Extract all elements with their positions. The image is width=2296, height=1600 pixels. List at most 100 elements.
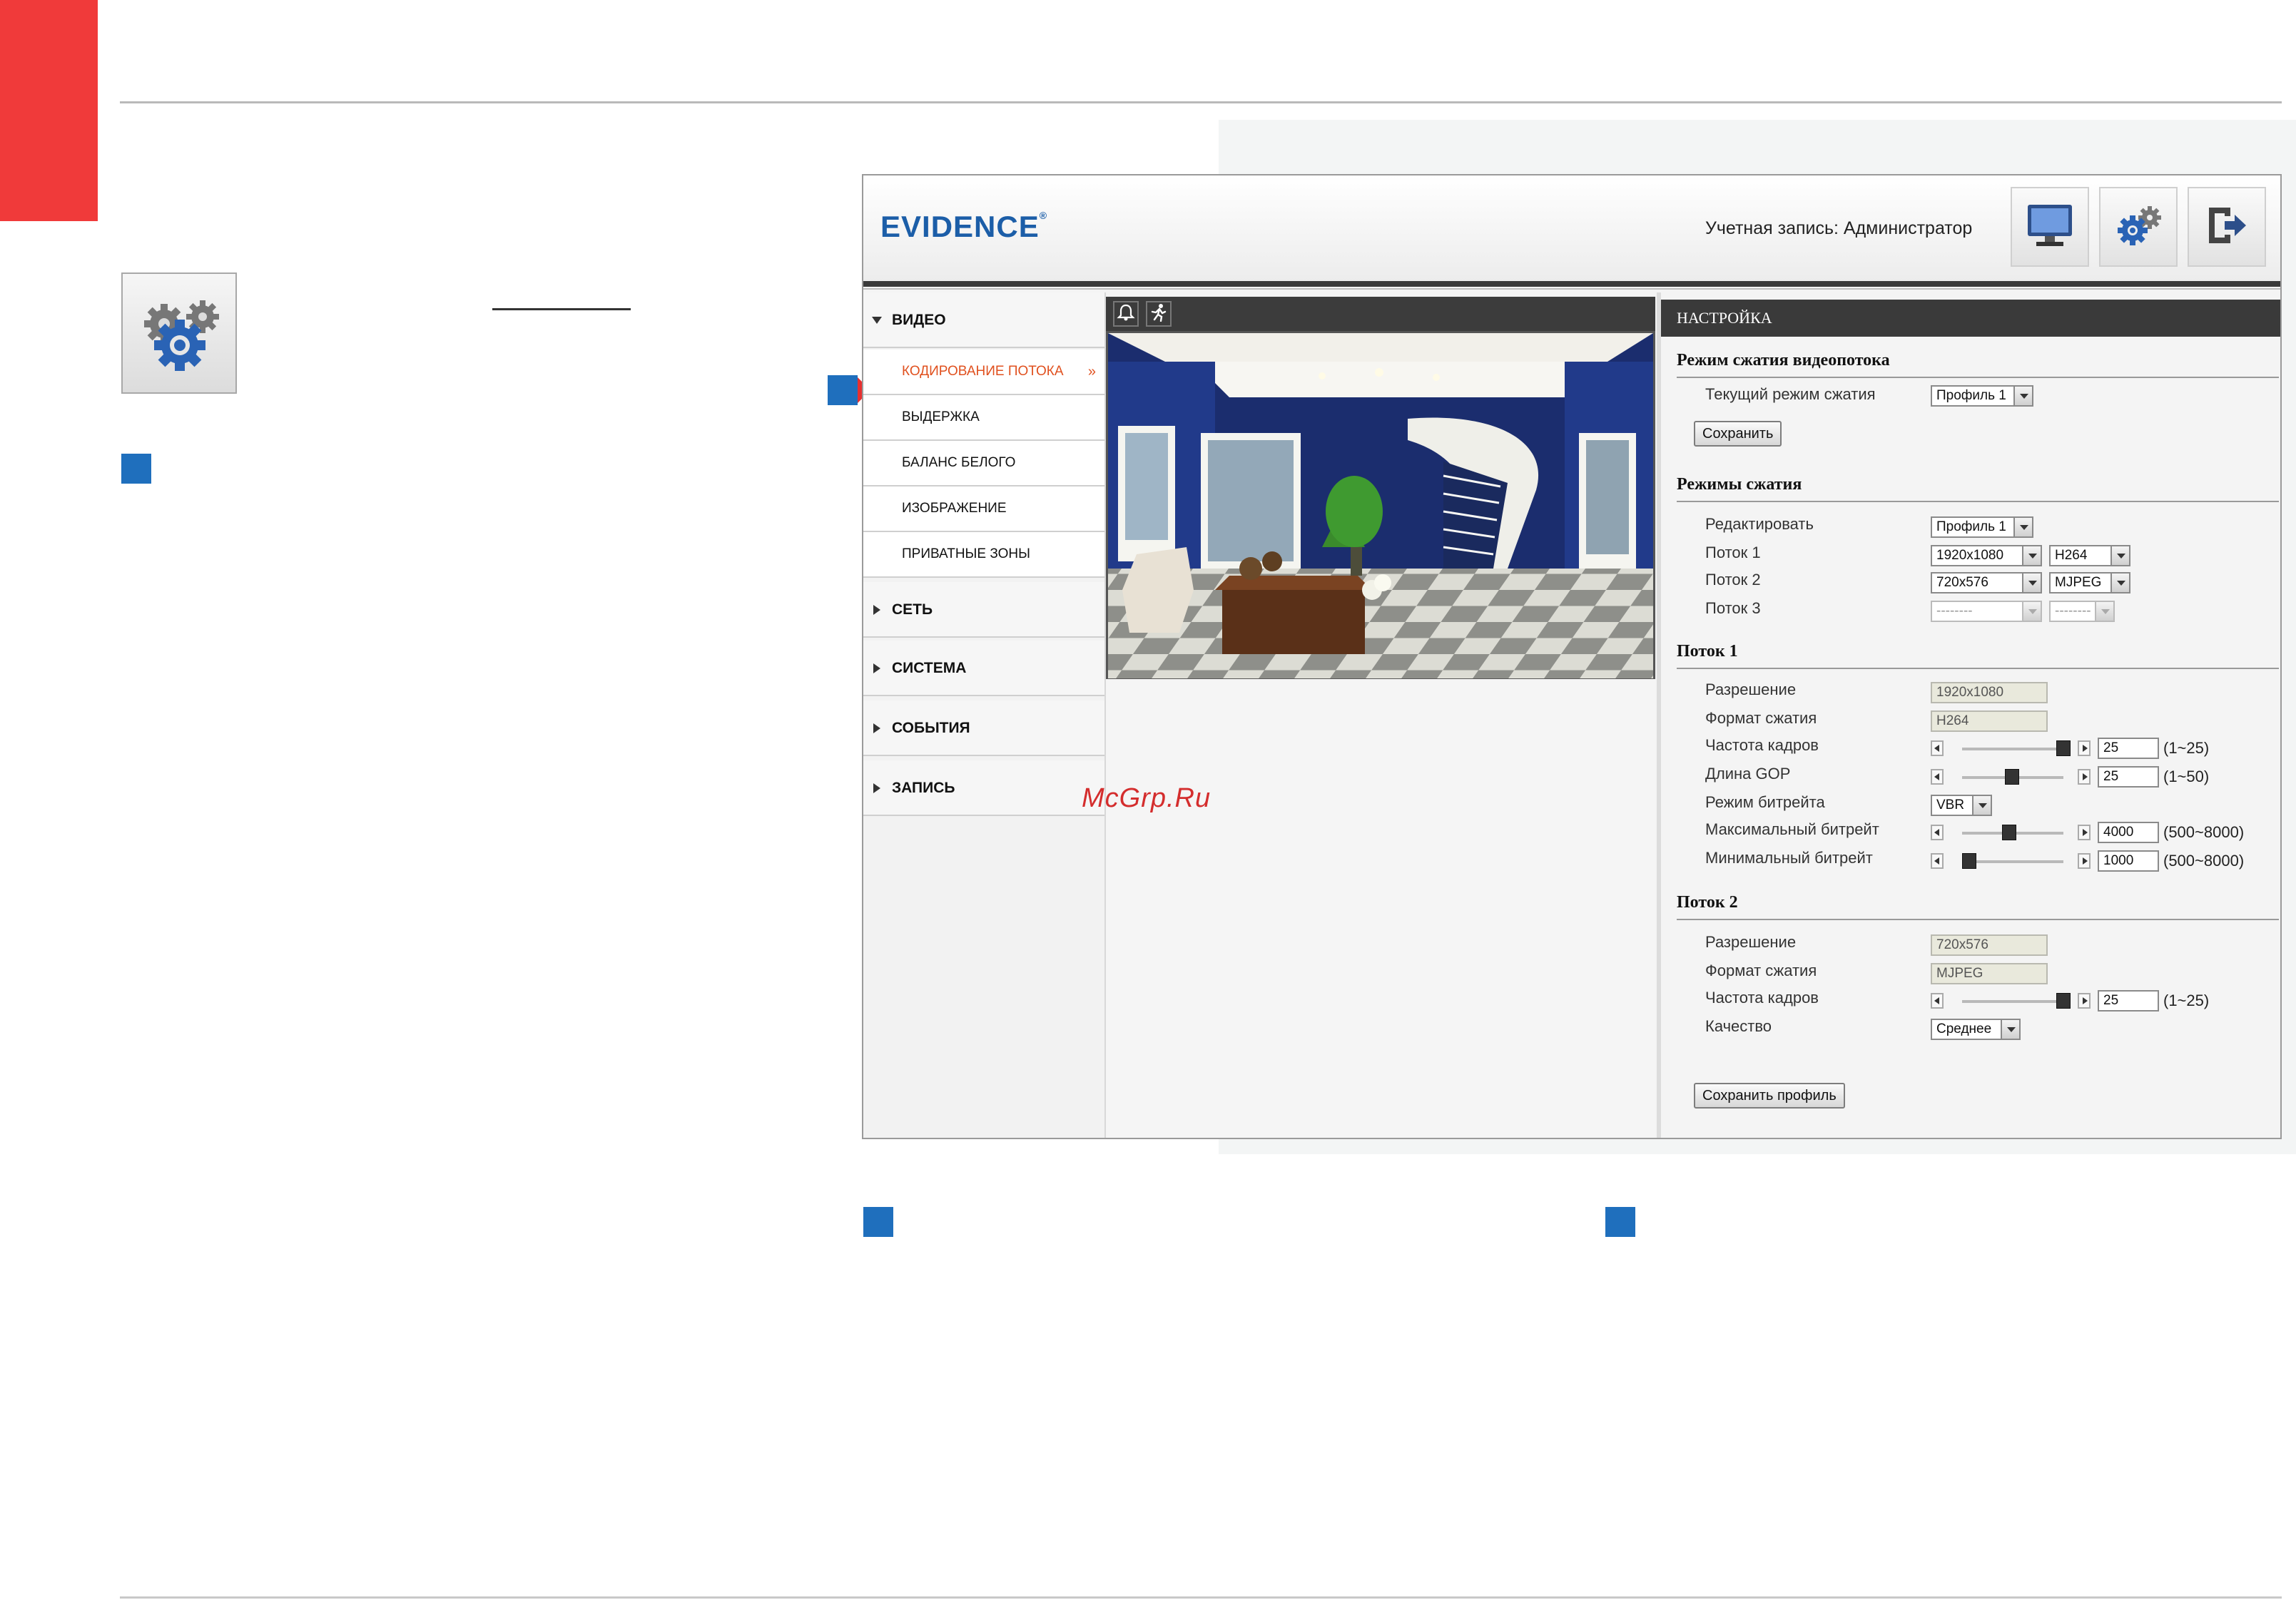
fps-slider-track[interactable] bbox=[1962, 748, 2063, 750]
chevron-down-icon bbox=[2022, 602, 2041, 621]
menu-network[interactable]: СЕТЬ bbox=[863, 582, 1104, 638]
stream2-fps-input[interactable]: 25 bbox=[2098, 990, 2159, 1012]
gop-slider-thumb[interactable] bbox=[2005, 769, 2019, 785]
chevron-right-icon: » bbox=[1087, 364, 1096, 379]
stream1-format-label: Формат сжатия bbox=[1705, 709, 1817, 727]
menu-item-privacy-zones[interactable]: ПРИВАТНЫЕ ЗОНЫ bbox=[863, 532, 1104, 578]
min-bitrate-slider-track[interactable] bbox=[1962, 860, 2063, 863]
stream3-resolution-select[interactable]: -------- bbox=[1931, 601, 2042, 622]
evidence-logo: EVIDENCE® bbox=[880, 210, 1048, 243]
menu-record[interactable]: ЗАПИСЬ bbox=[863, 760, 1104, 816]
settings-button[interactable] bbox=[2099, 187, 2178, 267]
stream2-label: Поток 2 bbox=[1705, 571, 1761, 588]
stream2-resolution-select[interactable]: 720x576 bbox=[1931, 572, 2042, 593]
fps-input[interactable]: 25 bbox=[2098, 738, 2159, 759]
max-bitrate-decrease-button[interactable] bbox=[1931, 825, 1944, 840]
stream3-label: Поток 3 bbox=[1705, 599, 1761, 617]
running-man-icon bbox=[1149, 303, 1168, 325]
live-view-button[interactable] bbox=[2011, 187, 2089, 267]
max-bitrate-slider-thumb[interactable] bbox=[2002, 825, 2016, 840]
menu-events[interactable]: СОБЫТИЯ bbox=[863, 700, 1104, 756]
title-underline bbox=[492, 308, 631, 310]
min-bitrate-input[interactable]: 1000 bbox=[2098, 850, 2159, 872]
stream1-format-value: H264 bbox=[1931, 710, 2048, 732]
panel-header: НАСТРОЙКА bbox=[1661, 300, 2280, 337]
stream1-fps-label: Частота кадров bbox=[1705, 736, 1819, 754]
menu-item-image[interactable]: ИЗОБРАЖЕНИЕ bbox=[863, 486, 1104, 532]
header-divider-thin bbox=[863, 288, 2280, 290]
stream2-codec-select[interactable]: MJPEG bbox=[2049, 572, 2130, 593]
menu-system[interactable]: СИСТЕМА bbox=[863, 641, 1104, 696]
min-bitrate-decrease-button[interactable] bbox=[1931, 853, 1944, 869]
stream2-fps-decrease-button[interactable] bbox=[1931, 993, 1944, 1009]
stream2-resolution-label: Разрешение bbox=[1705, 933, 1797, 951]
fps-increase-button[interactable] bbox=[2078, 740, 2091, 756]
expand-arrow-icon bbox=[873, 783, 880, 793]
section-divider bbox=[1677, 919, 2279, 920]
stream2-fps-label: Частота кадров bbox=[1705, 989, 1819, 1007]
stream2-fps-range: (1~25) bbox=[2163, 992, 2210, 1009]
menu-item-stream-encoding[interactable]: КОДИРОВАНИЕ ПОТОКА» bbox=[863, 350, 1104, 395]
app-header: EVIDENCE® Учетная запись: Администратор bbox=[863, 175, 2280, 282]
stream3-codec-select[interactable]: -------- bbox=[2049, 601, 2115, 622]
gop-input[interactable]: 25 bbox=[2098, 766, 2159, 788]
stream1-resolution-select[interactable]: 1920x1080 bbox=[1931, 545, 2042, 566]
stream1-codec-select[interactable]: H264 bbox=[2049, 545, 2130, 566]
edit-label: Редактировать bbox=[1705, 515, 1814, 533]
section-compression-mode: Режим сжатия видеопотока bbox=[1677, 351, 1890, 370]
min-bitrate-slider-thumb[interactable] bbox=[1962, 853, 1976, 869]
quality-select[interactable]: Среднее bbox=[1931, 1019, 2021, 1040]
left-menu: ВИДЕО КОДИРОВАНИЕ ПОТОКА» ВЫДЕРЖКА БАЛАН… bbox=[863, 292, 1106, 1138]
chevron-down-icon bbox=[2110, 574, 2129, 592]
stream2-format-label: Формат сжатия bbox=[1705, 962, 1817, 979]
fps-range: (1~25) bbox=[2163, 739, 2210, 757]
section-compression-modes: Режимы сжатия bbox=[1677, 475, 1802, 494]
max-bitrate-label: Максимальный битрейт bbox=[1705, 820, 1879, 838]
save-profile-button[interactable]: Сохранить профиль bbox=[1694, 1083, 1845, 1109]
callout-marker bbox=[828, 375, 858, 405]
chevron-down-icon bbox=[2013, 387, 2032, 405]
camera-web-interface: EVIDENCE® Учетная запись: Администратор … bbox=[862, 174, 2282, 1139]
header-divider bbox=[863, 281, 2280, 287]
chevron-down-icon bbox=[2013, 518, 2032, 536]
fps-decrease-button[interactable] bbox=[1931, 740, 1944, 756]
save-button[interactable]: Сохранить bbox=[1694, 421, 1782, 447]
stream2-fps-slider-track[interactable] bbox=[1962, 1000, 2063, 1003]
menu-item-white-balance[interactable]: БАЛАНС БЕЛОГО bbox=[863, 441, 1104, 486]
fps-slider-thumb[interactable] bbox=[2056, 740, 2071, 756]
callout-marker bbox=[1605, 1207, 1635, 1237]
max-bitrate-input[interactable]: 4000 bbox=[2098, 822, 2159, 843]
stream1-label: Поток 1 bbox=[1705, 544, 1761, 561]
min-bitrate-increase-button[interactable] bbox=[2078, 853, 2091, 869]
max-bitrate-range: (500~8000) bbox=[2163, 823, 2245, 841]
top-divider bbox=[120, 101, 2282, 103]
stream2-fps-increase-button[interactable] bbox=[2078, 993, 2091, 1009]
section-stream1: Поток 1 bbox=[1677, 642, 1738, 661]
edit-profile-select[interactable]: Профиль 1 bbox=[1931, 516, 2033, 538]
motion-button[interactable] bbox=[1146, 301, 1172, 327]
menu-video[interactable]: ВИДЕО bbox=[863, 292, 1104, 348]
current-mode-label: Текущий режим сжатия bbox=[1705, 385, 1876, 403]
monitor-icon bbox=[2025, 202, 2075, 253]
bottom-divider bbox=[120, 1596, 2282, 1599]
logout-button[interactable] bbox=[2188, 187, 2266, 267]
menu-item-exposure[interactable]: ВЫДЕРЖКА bbox=[863, 395, 1104, 441]
section-divider bbox=[1677, 377, 2279, 378]
settings-gears-icon bbox=[121, 272, 237, 394]
section-divider bbox=[1677, 668, 2279, 669]
account-label: Учетная запись: Администратор bbox=[1705, 218, 1973, 238]
bell-icon bbox=[1117, 303, 1135, 325]
callout-marker bbox=[121, 454, 151, 484]
chevron-down-icon bbox=[1972, 796, 1991, 815]
gop-increase-button[interactable] bbox=[2078, 769, 2091, 785]
alarm-button[interactable] bbox=[1113, 301, 1139, 327]
max-bitrate-increase-button[interactable] bbox=[2078, 825, 2091, 840]
video-area-background bbox=[1106, 679, 1655, 1138]
gop-range: (1~50) bbox=[2163, 768, 2210, 785]
stream1-resolution-value: 1920x1080 bbox=[1931, 682, 2048, 703]
bitrate-mode-select[interactable]: VBR bbox=[1931, 795, 1992, 816]
current-mode-select[interactable]: Профиль 1 bbox=[1931, 385, 2033, 407]
stream2-fps-slider-thumb[interactable] bbox=[2056, 993, 2071, 1009]
gears-icon bbox=[2110, 200, 2167, 254]
gop-decrease-button[interactable] bbox=[1931, 769, 1944, 785]
